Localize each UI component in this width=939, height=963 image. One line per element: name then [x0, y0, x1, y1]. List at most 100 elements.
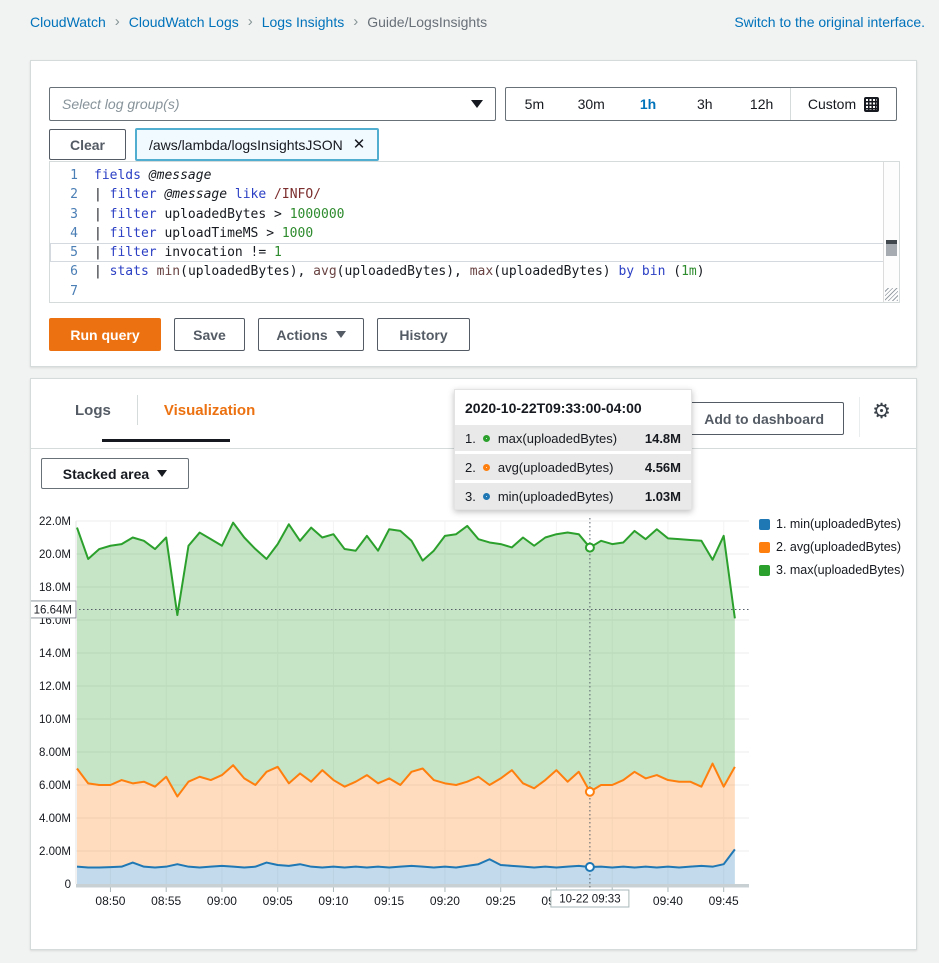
code-token: ),: [446, 264, 469, 279]
code-token: filter: [110, 207, 165, 222]
series-ring-icon: [483, 435, 490, 442]
tooltip-timestamp: 2020-10-22T09:33:00-04:00: [455, 390, 691, 425]
editor-line[interactable]: 2| filter @message like /INFO/: [50, 185, 899, 204]
history-button[interactable]: History: [377, 318, 470, 351]
legend-item[interactable]: 2. avg(uploadedBytes): [759, 540, 905, 554]
code-token: |: [94, 245, 110, 260]
tooltip-row-label: max(uploadedBytes): [498, 431, 617, 446]
code-token: fields: [94, 168, 149, 183]
switch-interface-link[interactable]: Switch to the original interface.: [734, 14, 925, 30]
chart-tooltip: 2020-10-22T09:33:00-04:00 1.max(uploaded…: [454, 389, 692, 510]
svg-text:20.0M: 20.0M: [39, 549, 71, 561]
time-range-option-12h[interactable]: 12h: [733, 88, 790, 120]
editor-resize-handle[interactable]: [885, 288, 898, 301]
code-token: bin: [642, 264, 673, 279]
time-range-custom[interactable]: Custom: [790, 88, 896, 120]
line-code: | stats min(uploadedBytes), avg(uploaded…: [94, 262, 705, 281]
code-token: uploadedBytes: [188, 264, 290, 279]
code-token: |: [94, 187, 110, 202]
log-group-tag[interactable]: /aws/lambda/logsInsightsJSON ✕: [135, 128, 379, 161]
editor-line[interactable]: 1fields @message: [50, 166, 899, 185]
add-to-dashboard-button[interactable]: Add to dashboard: [684, 402, 844, 435]
breadcrumb-link[interactable]: CloudWatch Logs: [129, 14, 239, 30]
svg-text:8.00M: 8.00M: [39, 747, 71, 759]
code-token: like: [235, 187, 274, 202]
time-range-option-3h[interactable]: 3h: [676, 88, 733, 120]
log-group-tag-label: /aws/lambda/logsInsightsJSON: [149, 137, 343, 153]
line-number: 1: [50, 166, 94, 185]
active-tab-underline: [102, 439, 230, 442]
svg-text:09:15: 09:15: [374, 894, 404, 908]
svg-text:12.0M: 12.0M: [39, 681, 71, 693]
editor-scrollbar[interactable]: [883, 162, 899, 302]
code-token: ): [697, 264, 705, 279]
code-token: filter: [110, 226, 165, 241]
svg-text:2.00M: 2.00M: [39, 846, 71, 858]
breadcrumb-separator-icon: ›: [353, 13, 358, 30]
editor-line[interactable]: 3| filter uploadedBytes > 1000000: [50, 205, 899, 224]
run-query-button[interactable]: Run query: [49, 318, 161, 351]
breadcrumb-link[interactable]: CloudWatch: [30, 14, 106, 30]
chevron-down-icon: [336, 331, 346, 338]
time-range-option-1h[interactable]: 1h: [620, 88, 677, 120]
line-number: 3: [50, 205, 94, 224]
log-group-placeholder: Select log group(s): [62, 96, 471, 112]
editor-scrollbar-thumb[interactable]: [886, 240, 897, 256]
tooltip-row-index: 2.: [465, 460, 476, 475]
editor-line[interactable]: 6| stats min(uploadedBytes), avg(uploade…: [50, 262, 899, 281]
line-number: 5: [50, 243, 94, 262]
time-range-option-30m[interactable]: 30m: [563, 88, 620, 120]
code-token: |: [94, 264, 110, 279]
save-button[interactable]: Save: [174, 318, 245, 351]
code-token: 1000000: [290, 207, 345, 222]
tooltip-row-label: avg(uploadedBytes): [498, 460, 614, 475]
clear-button[interactable]: Clear: [49, 129, 126, 160]
code-token: uploadedBytes: [501, 264, 603, 279]
visualization-panel: Logs Visualization Add to dashboard ⚙ St…: [30, 378, 917, 950]
breadcrumb-link[interactable]: Logs Insights: [262, 14, 345, 30]
legend-label: 3. max(uploadedBytes): [776, 563, 905, 577]
actions-button[interactable]: Actions: [258, 318, 364, 351]
gear-icon[interactable]: ⚙: [872, 401, 891, 422]
header-divider: [859, 397, 860, 437]
tooltip-row-index: 3.: [465, 489, 476, 504]
svg-text:6.00M: 6.00M: [39, 780, 71, 792]
code-token: max: [470, 264, 493, 279]
legend-item[interactable]: 3. max(uploadedBytes): [759, 563, 905, 577]
line-code: | filter uploadTimeMS > 1000: [94, 224, 313, 243]
tab-visualization[interactable]: Visualization: [138, 379, 281, 441]
line-number: 4: [50, 224, 94, 243]
chart-type-button[interactable]: Stacked area: [41, 458, 189, 489]
code-token: >: [266, 226, 282, 241]
svg-text:10.0M: 10.0M: [39, 714, 71, 726]
code-token: 1: [274, 245, 282, 260]
time-range-control: 5m30m1h3h12h Custom: [505, 87, 897, 121]
tab-logs[interactable]: Logs: [49, 379, 137, 441]
legend-swatch-icon: [759, 565, 770, 576]
code-token: (: [493, 264, 501, 279]
svg-text:09:10: 09:10: [318, 894, 348, 908]
time-range-option-5m[interactable]: 5m: [506, 88, 563, 120]
legend-item[interactable]: 1. min(uploadedBytes): [759, 517, 905, 531]
code-token: filter: [110, 187, 165, 202]
remove-tag-icon[interactable]: ✕: [353, 137, 366, 152]
query-actions-row: Run query Save Actions History: [49, 318, 470, 351]
tooltip-row-label: min(uploadedBytes): [498, 489, 614, 504]
code-token: min: [157, 264, 180, 279]
calendar-icon: [864, 97, 879, 112]
log-group-select[interactable]: Select log group(s): [49, 87, 496, 121]
code-token: |: [94, 207, 110, 222]
editor-line[interactable]: 7: [50, 282, 899, 301]
editor-line[interactable]: 4| filter uploadTimeMS > 1000: [50, 224, 899, 243]
svg-text:14.0M: 14.0M: [39, 648, 71, 660]
query-editor[interactable]: 1fields @message2| filter @message like …: [49, 161, 900, 303]
svg-text:09:40: 09:40: [653, 894, 683, 908]
editor-line[interactable]: 5| filter invocation != 1: [50, 243, 899, 262]
code-token: [227, 187, 235, 202]
line-code: | filter invocation != 1: [94, 243, 282, 262]
code-token: @message: [149, 168, 212, 183]
chevron-down-icon: [471, 100, 483, 108]
code-token: uploadedBytes: [164, 207, 274, 222]
line-number: 7: [50, 282, 94, 301]
breadcrumb: CloudWatch›CloudWatch Logs›Logs Insights…: [30, 13, 925, 30]
